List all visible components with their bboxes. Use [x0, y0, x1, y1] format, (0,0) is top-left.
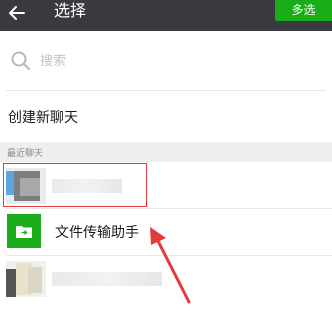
- multi-select-button[interactable]: 多选: [275, 0, 332, 21]
- chat-list-item-file-transfer[interactable]: [0, 209, 332, 255]
- file-transfer-avatar: [7, 214, 41, 248]
- top-bar: 选择 多选: [0, 0, 332, 31]
- create-chat-item[interactable]: 创建新聊天: [0, 92, 332, 140]
- blurred-avatar: [6, 261, 46, 297]
- recent-chats-header: 最近聊天: [0, 142, 332, 162]
- search-underline: [6, 90, 326, 91]
- create-chat-label: 创建新聊天: [8, 110, 78, 126]
- recent-chats-label: 最近聊天: [7, 149, 44, 159]
- search-icon: [10, 50, 32, 72]
- folder-icon: [16, 226, 32, 238]
- chat-list-item[interactable]: [0, 256, 332, 302]
- back-arrow-icon[interactable]: [6, 2, 28, 24]
- page-title: 选择: [54, 1, 87, 20]
- red-highlight-box: [3, 163, 147, 207]
- search-input[interactable]: [40, 52, 310, 70]
- file-transfer-name: 文件传输助手: [55, 225, 139, 241]
- search-bar: [0, 31, 332, 91]
- blurred-contact-name: [52, 272, 162, 286]
